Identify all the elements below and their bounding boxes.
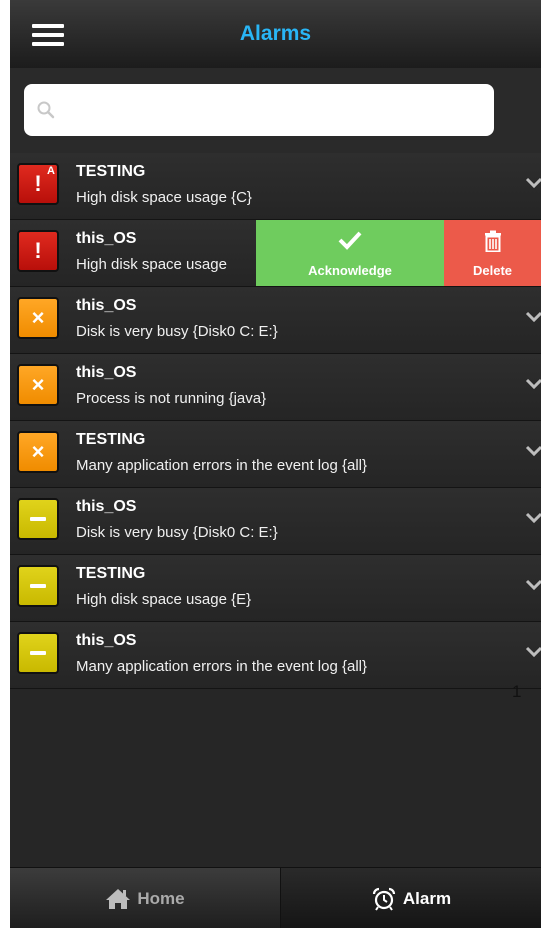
critical-severity-icon: ! A	[17, 163, 59, 205]
alarm-list: ! A TESTING High disk space usage {C} ! …	[10, 153, 541, 689]
tab-home[interactable]: Home	[10, 868, 281, 928]
search-icon	[37, 101, 55, 119]
alarm-description: Many application errors in the event log…	[76, 457, 368, 474]
tab-bar: Home Alarm	[10, 867, 541, 928]
alarm-title: this_OS	[76, 632, 137, 649]
alarm-title: this_OS	[76, 498, 137, 515]
alarm-title: this_OS	[76, 230, 137, 247]
alarm-description: Disk is very busy {Disk0 C: E:}	[76, 323, 278, 340]
alarm-row[interactable]: ! this_OS High disk space usage Acknowle…	[10, 220, 541, 287]
header-bar: Alarms	[10, 0, 541, 69]
major-severity-icon: ×	[17, 297, 59, 339]
minor-severity-icon	[17, 498, 59, 540]
tab-home-label: Home	[137, 888, 185, 908]
search-input[interactable]	[24, 84, 494, 136]
delete-label: Delete	[472, 263, 513, 278]
page-title: Alarms	[239, 22, 312, 45]
chevron-down-icon[interactable]	[525, 512, 541, 524]
alarm-title: TESTING	[76, 565, 146, 582]
major-severity-icon: ×	[17, 431, 59, 473]
acknowledged-badge: A	[47, 165, 55, 177]
acknowledge-label: Acknowledge	[308, 263, 392, 278]
alarm-row[interactable]: × this_OS Disk is very busy {Disk0 C: E:…	[10, 287, 541, 354]
chevron-down-icon[interactable]	[525, 646, 541, 658]
critical-severity-icon: !	[17, 230, 59, 272]
alarm-clock-icon	[372, 887, 396, 911]
chevron-down-icon[interactable]	[525, 378, 541, 390]
alarm-description: Process is not running {java}	[76, 390, 267, 407]
chevron-down-icon[interactable]	[525, 445, 541, 457]
alarm-description: Disk is very busy {Disk0 C: E:}	[76, 524, 278, 541]
chevron-down-icon[interactable]	[525, 177, 541, 189]
checkmark-icon	[338, 231, 362, 250]
page-number: 1	[512, 682, 522, 701]
acknowledge-button[interactable]: Acknowledge	[256, 220, 444, 286]
alarm-row[interactable]: ! A TESTING High disk space usage {C}	[10, 153, 541, 220]
minor-severity-icon	[17, 565, 59, 607]
alarm-row[interactable]: × TESTING Many application errors in the…	[10, 421, 541, 488]
alarm-title: this_OS	[76, 364, 137, 381]
alarm-description: High disk space usage {C}	[76, 189, 252, 206]
alarm-title: TESTING	[76, 163, 146, 180]
chevron-down-icon[interactable]	[525, 579, 541, 591]
alarm-row[interactable]: this_OS Many application errors in the e…	[10, 622, 541, 689]
alarm-title: this_OS	[76, 297, 137, 314]
tab-alarm[interactable]: Alarm	[281, 868, 541, 928]
alarm-title: TESTING	[76, 431, 146, 448]
delete-button[interactable]: Delete	[444, 220, 541, 286]
app-screen: Alarms ! A TESTING High disk space usage…	[10, 0, 541, 928]
minor-severity-icon	[17, 632, 59, 674]
chevron-down-icon[interactable]	[525, 311, 541, 323]
alarm-row[interactable]: × this_OS Process is not running {java}	[10, 354, 541, 421]
tab-alarm-label: Alarm	[402, 888, 452, 908]
alarm-description: High disk space usage	[76, 256, 227, 273]
trash-icon	[485, 230, 501, 252]
major-severity-icon: ×	[17, 364, 59, 406]
alarm-row[interactable]: this_OS Disk is very busy {Disk0 C: E:}	[10, 488, 541, 555]
alarm-row[interactable]: TESTING High disk space usage {E}	[10, 555, 541, 622]
alarm-description: Many application errors in the event log…	[76, 658, 368, 675]
search-bar	[10, 68, 541, 153]
alarm-description: High disk space usage {E}	[76, 591, 252, 608]
home-icon	[106, 888, 131, 909]
